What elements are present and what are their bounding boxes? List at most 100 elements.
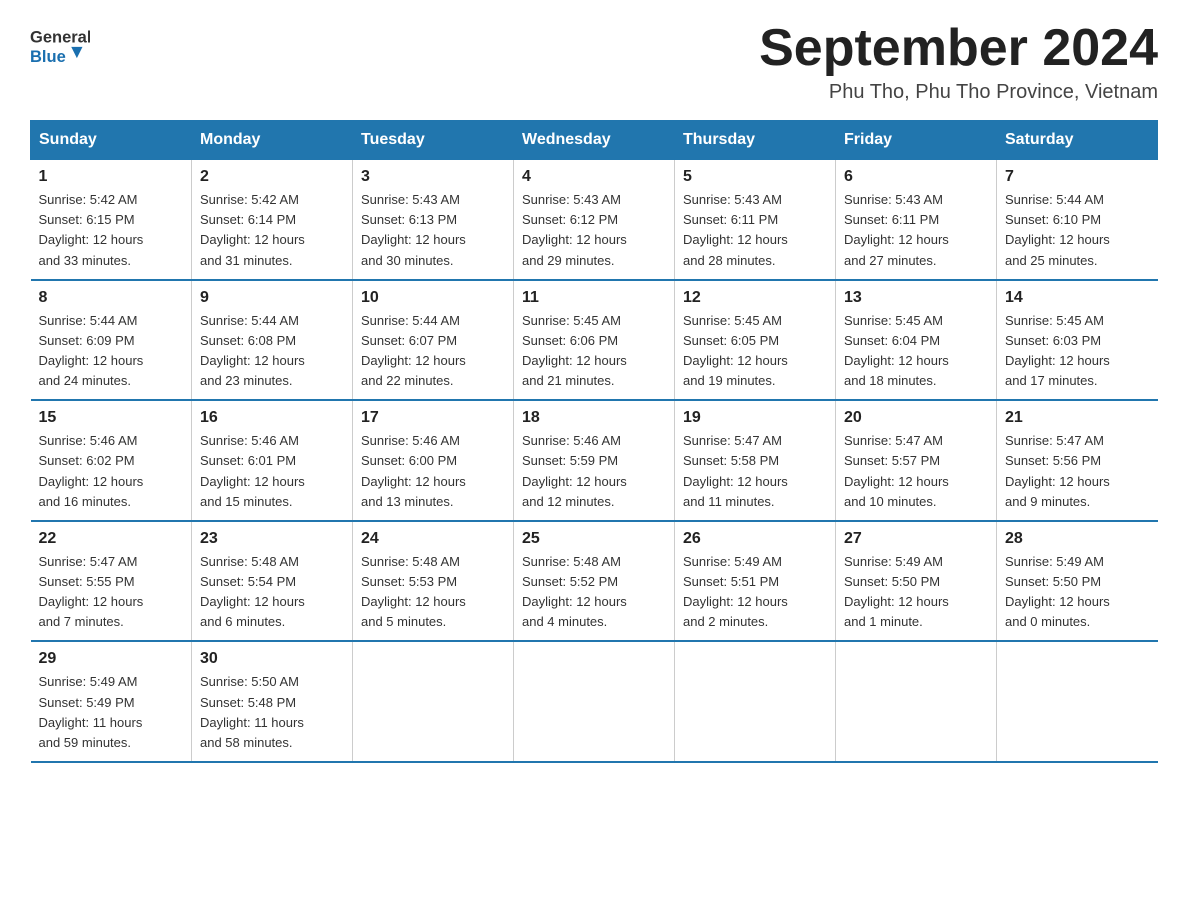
day-number: 8 (39, 289, 184, 307)
day-number: 27 (844, 530, 988, 548)
calendar-week-row: 22 Sunrise: 5:47 AM Sunset: 5:55 PM Dayli… (31, 521, 1158, 642)
location-title: Phu Tho, Phu Tho Province, Vietnam (759, 81, 1158, 104)
col-saturday: Saturday (997, 121, 1158, 160)
day-number: 20 (844, 409, 988, 427)
day-info: Sunrise: 5:43 AM Sunset: 6:12 PM Dayligh… (522, 190, 666, 271)
table-row: 19Sunrise: 5:47 AM Sunset: 5:58 PM Dayli… (675, 400, 836, 521)
day-info: Sunrise: 5:42 AM Sunset: 6:15 PM Dayligh… (39, 190, 184, 271)
day-number: 18 (522, 409, 666, 427)
title-block: September 2024 Phu Tho, Phu Tho Province… (759, 20, 1158, 104)
day-info: Sunrise: 5:47 AM Sunset: 5:56 PM Dayligh… (1005, 431, 1150, 512)
table-row: 14Sunrise: 5:45 AM Sunset: 6:03 PM Dayli… (997, 280, 1158, 401)
day-info: Sunrise: 5:44 AM Sunset: 6:09 PM Dayligh… (39, 311, 184, 392)
day-number: 26 (683, 530, 827, 548)
table-row: 24 Sunrise: 5:48 AM Sunset: 5:53 PM Dayli… (353, 521, 514, 642)
table-row: 21Sunrise: 5:47 AM Sunset: 5:56 PM Dayli… (997, 400, 1158, 521)
day-info: Sunrise: 5:49 AM Sunset: 5:50 PM Dayligh… (1005, 552, 1150, 633)
day-info: Sunrise: 5:49 AM Sunset: 5:50 PM Dayligh… (844, 552, 988, 633)
logo-svg: General Blue (30, 20, 90, 70)
calendar-week-row: 29Sunrise: 5:49 AM Sunset: 5:49 PM Dayli… (31, 641, 1158, 762)
table-row: 8 Sunrise: 5:44 AM Sunset: 6:09 PM Daylig… (31, 280, 192, 401)
table-row: 1 Sunrise: 5:42 AM Sunset: 6:15 PM Daylig… (31, 160, 192, 280)
day-number: 2 (200, 168, 344, 186)
day-number: 1 (39, 168, 184, 186)
col-tuesday: Tuesday (353, 121, 514, 160)
table-row (675, 641, 836, 762)
col-sunday: Sunday (31, 121, 192, 160)
day-number: 7 (1005, 168, 1150, 186)
day-info: Sunrise: 5:49 AM Sunset: 5:49 PM Dayligh… (39, 672, 184, 753)
calendar-week-row: 15Sunrise: 5:46 AM Sunset: 6:02 PM Dayli… (31, 400, 1158, 521)
table-row: 10 Sunrise: 5:44 AM Sunset: 6:07 PM Dayli… (353, 280, 514, 401)
day-number: 23 (200, 530, 344, 548)
day-info: Sunrise: 5:44 AM Sunset: 6:08 PM Dayligh… (200, 311, 344, 392)
table-row: 9 Sunrise: 5:44 AM Sunset: 6:08 PM Daylig… (192, 280, 353, 401)
logo: General Blue (30, 20, 90, 70)
table-row: 27 Sunrise: 5:49 AM Sunset: 5:50 PM Dayli… (836, 521, 997, 642)
day-info: Sunrise: 5:46 AM Sunset: 6:00 PM Dayligh… (361, 431, 505, 512)
table-row: 22 Sunrise: 5:47 AM Sunset: 5:55 PM Dayli… (31, 521, 192, 642)
day-number: 12 (683, 289, 827, 307)
day-number: 24 (361, 530, 505, 548)
day-info: Sunrise: 5:47 AM Sunset: 5:55 PM Dayligh… (39, 552, 184, 633)
table-row (353, 641, 514, 762)
day-info: Sunrise: 5:48 AM Sunset: 5:52 PM Dayligh… (522, 552, 666, 633)
day-info: Sunrise: 5:44 AM Sunset: 6:07 PM Dayligh… (361, 311, 505, 392)
day-info: Sunrise: 5:42 AM Sunset: 6:14 PM Dayligh… (200, 190, 344, 271)
table-row: 3Sunrise: 5:43 AM Sunset: 6:13 PM Daylig… (353, 160, 514, 280)
table-row: 13 Sunrise: 5:45 AM Sunset: 6:04 PM Dayli… (836, 280, 997, 401)
table-row (997, 641, 1158, 762)
table-row (514, 641, 675, 762)
day-number: 30 (200, 650, 344, 668)
day-info: Sunrise: 5:48 AM Sunset: 5:53 PM Dayligh… (361, 552, 505, 633)
day-info: Sunrise: 5:48 AM Sunset: 5:54 PM Dayligh… (200, 552, 344, 633)
calendar-week-row: 1 Sunrise: 5:42 AM Sunset: 6:15 PM Daylig… (31, 160, 1158, 280)
day-number: 6 (844, 168, 988, 186)
col-wednesday: Wednesday (514, 121, 675, 160)
svg-text:General: General (30, 28, 90, 46)
day-info: Sunrise: 5:46 AM Sunset: 5:59 PM Dayligh… (522, 431, 666, 512)
svg-text:Blue: Blue (30, 48, 66, 66)
table-row: 12 Sunrise: 5:45 AM Sunset: 6:05 PM Dayli… (675, 280, 836, 401)
table-row: 18 Sunrise: 5:46 AM Sunset: 5:59 PM Dayli… (514, 400, 675, 521)
day-info: Sunrise: 5:45 AM Sunset: 6:03 PM Dayligh… (1005, 311, 1150, 392)
table-row: 15Sunrise: 5:46 AM Sunset: 6:02 PM Dayli… (31, 400, 192, 521)
table-row: 16 Sunrise: 5:46 AM Sunset: 6:01 PM Dayli… (192, 400, 353, 521)
day-number: 28 (1005, 530, 1150, 548)
day-info: Sunrise: 5:47 AM Sunset: 5:58 PM Dayligh… (683, 431, 827, 512)
table-row: 7 Sunrise: 5:44 AM Sunset: 6:10 PM Daylig… (997, 160, 1158, 280)
col-friday: Friday (836, 121, 997, 160)
day-number: 16 (200, 409, 344, 427)
table-row: 29Sunrise: 5:49 AM Sunset: 5:49 PM Dayli… (31, 641, 192, 762)
table-row: 11 Sunrise: 5:45 AM Sunset: 6:06 PM Dayli… (514, 280, 675, 401)
day-info: Sunrise: 5:50 AM Sunset: 5:48 PM Dayligh… (200, 672, 344, 753)
day-number: 5 (683, 168, 827, 186)
calendar-week-row: 8 Sunrise: 5:44 AM Sunset: 6:09 PM Daylig… (31, 280, 1158, 401)
table-row: 20 Sunrise: 5:47 AM Sunset: 5:57 PM Dayli… (836, 400, 997, 521)
day-info: Sunrise: 5:45 AM Sunset: 6:04 PM Dayligh… (844, 311, 988, 392)
table-row: 2 Sunrise: 5:42 AM Sunset: 6:14 PM Daylig… (192, 160, 353, 280)
table-row: 28 Sunrise: 5:49 AM Sunset: 5:50 PM Dayli… (997, 521, 1158, 642)
month-title: September 2024 (759, 20, 1158, 77)
table-row: 25 Sunrise: 5:48 AM Sunset: 5:52 PM Dayli… (514, 521, 675, 642)
table-row: 30 Sunrise: 5:50 AM Sunset: 5:48 PM Dayli… (192, 641, 353, 762)
day-number: 10 (361, 289, 505, 307)
calendar-header-row: Sunday Monday Tuesday Wednesday Thursday… (31, 121, 1158, 160)
day-number: 22 (39, 530, 184, 548)
day-info: Sunrise: 5:46 AM Sunset: 6:01 PM Dayligh… (200, 431, 344, 512)
day-number: 11 (522, 289, 666, 307)
day-number: 9 (200, 289, 344, 307)
table-row: 5Sunrise: 5:43 AM Sunset: 6:11 PM Daylig… (675, 160, 836, 280)
calendar-table: Sunday Monday Tuesday Wednesday Thursday… (30, 120, 1158, 763)
day-info: Sunrise: 5:45 AM Sunset: 6:06 PM Dayligh… (522, 311, 666, 392)
day-info: Sunrise: 5:45 AM Sunset: 6:05 PM Dayligh… (683, 311, 827, 392)
table-row (836, 641, 997, 762)
table-row: 26Sunrise: 5:49 AM Sunset: 5:51 PM Dayli… (675, 521, 836, 642)
day-number: 25 (522, 530, 666, 548)
table-row: 17Sunrise: 5:46 AM Sunset: 6:00 PM Dayli… (353, 400, 514, 521)
day-info: Sunrise: 5:44 AM Sunset: 6:10 PM Dayligh… (1005, 190, 1150, 271)
day-number: 4 (522, 168, 666, 186)
day-info: Sunrise: 5:43 AM Sunset: 6:11 PM Dayligh… (844, 190, 988, 271)
day-info: Sunrise: 5:47 AM Sunset: 5:57 PM Dayligh… (844, 431, 988, 512)
day-number: 13 (844, 289, 988, 307)
